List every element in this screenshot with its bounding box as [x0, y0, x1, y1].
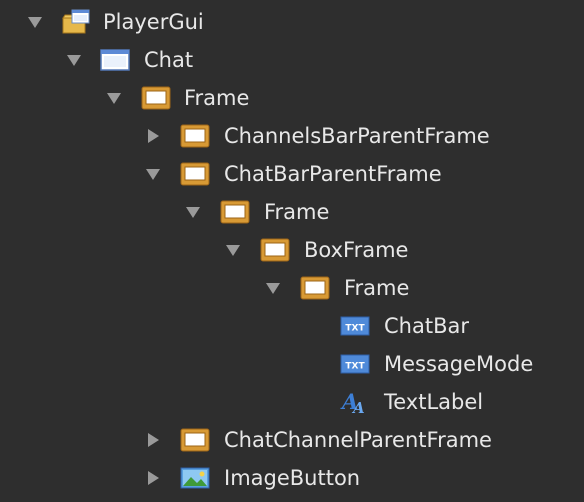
frame-icon [141, 85, 171, 111]
tree-item-playergui[interactable]: PlayerGui [0, 3, 584, 41]
tree-item-chatbarparentframe[interactable]: ChatBarParentFrame [0, 155, 584, 193]
frame-icon [180, 427, 210, 453]
tree-item-label: Frame [184, 86, 250, 110]
tree-item-imagebutton[interactable]: ImageButton [0, 459, 584, 497]
tree-item-label: ChannelsBarParentFrame [224, 124, 490, 148]
chevron-down-icon[interactable] [145, 166, 161, 182]
tree-item-chatbar[interactable]: TXT ChatBar [0, 307, 584, 345]
frame-icon [180, 161, 210, 187]
tree-item-frame[interactable]: Frame [0, 269, 584, 307]
chevron-down-icon[interactable] [185, 204, 201, 220]
chevron-right-icon[interactable] [145, 432, 161, 448]
chevron-down-icon[interactable] [265, 280, 281, 296]
svg-text:TXT: TXT [345, 362, 365, 372]
chevron-right-icon[interactable] [145, 128, 161, 144]
tree-item-frame[interactable]: Frame [0, 193, 584, 231]
tree-item-channelsbarparentframe[interactable]: ChannelsBarParentFrame [0, 117, 584, 155]
chevron-down-icon[interactable] [106, 90, 122, 106]
tree-item-chat[interactable]: Chat [0, 41, 584, 79]
tree-item-label: Chat [144, 48, 194, 72]
player-gui-icon [61, 9, 90, 35]
chevron-down-icon[interactable] [66, 52, 82, 68]
tree-item-label: TextLabel [384, 390, 484, 414]
textbox-icon: TXT [340, 313, 370, 339]
tree-item-label: PlayerGui [103, 10, 204, 34]
tree-item-label: ChatBar [384, 314, 469, 338]
frame-icon [220, 199, 250, 225]
frame-icon [300, 275, 330, 301]
frame-icon [260, 237, 290, 263]
svg-text:A: A [351, 399, 365, 415]
chevron-right-icon[interactable] [145, 470, 161, 486]
textlabel-icon: A A [340, 389, 368, 415]
frame-icon [180, 123, 210, 149]
screen-gui-icon [100, 47, 130, 73]
tree-item-textlabel[interactable]: A A TextLabel [0, 383, 584, 421]
tree-item-label: ChatChannelParentFrame [224, 428, 492, 452]
textbox-icon: TXT [340, 351, 370, 377]
tree-item-boxframe[interactable]: BoxFrame [0, 231, 584, 269]
chevron-down-icon[interactable] [225, 242, 241, 258]
tree-item-label: MessageMode [384, 352, 534, 376]
tree-item-messagemode[interactable]: TXT MessageMode [0, 345, 584, 383]
tree-item-frame[interactable]: Frame [0, 79, 584, 117]
chevron-down-icon[interactable] [27, 14, 43, 30]
tree-item-label: ImageButton [224, 466, 361, 490]
tree-item-label: ChatBarParentFrame [224, 162, 442, 186]
tree-item-label: Frame [344, 276, 410, 300]
tree-item-label: Frame [264, 200, 330, 224]
tree-item-chatchannelparentframe[interactable]: ChatChannelParentFrame [0, 421, 584, 459]
explorer-tree: PlayerGui Chat Frame ChannelsBarParentFr… [0, 0, 584, 502]
tree-item-label: BoxFrame [304, 238, 409, 262]
svg-text:TXT: TXT [345, 324, 365, 334]
image-button-icon [180, 465, 210, 491]
